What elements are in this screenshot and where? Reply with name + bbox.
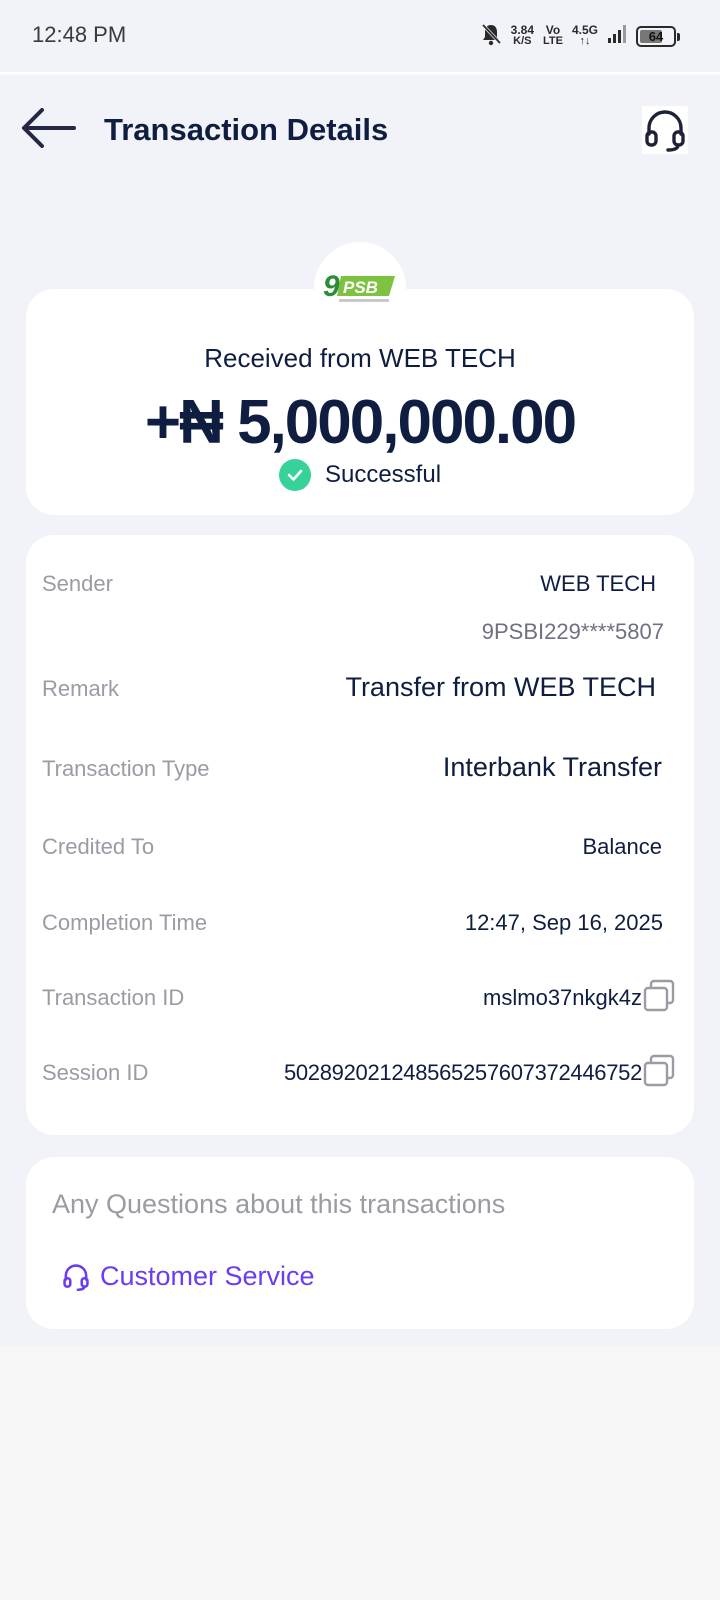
headset-icon [63, 1263, 89, 1291]
network-arrows: ↑↓ [579, 35, 591, 47]
check-icon [278, 459, 311, 491]
remark-value: Transfer from WEB TECH [345, 672, 656, 702]
help-question: Any Questions about this transactions [52, 1189, 506, 1219]
status-row: Successful [26, 459, 694, 491]
bank-logo: 9 PSB [314, 242, 406, 334]
sender-label: Sender [42, 571, 113, 596]
arrow-left-icon [22, 108, 76, 148]
bell-off-icon [480, 22, 502, 51]
customer-support-button[interactable] [642, 106, 688, 154]
transaction-id-label: Transaction ID [42, 985, 185, 1010]
battery-level: 64 [648, 28, 664, 44]
volte-indicator: Vo LTE [543, 24, 563, 47]
network-speed-unit: K/S [513, 35, 532, 47]
transaction-id-value: mslmo37nkgk4z [483, 985, 642, 1010]
copy-icon [643, 1054, 675, 1087]
transaction-type-value: Interbank Transfer [442, 752, 662, 782]
transaction-details-card: Sender WEB TECH 9PSBI229****5807 Remark … [26, 535, 694, 1135]
help-card: Any Questions about this transactions Cu… [26, 1157, 694, 1329]
status-icons: 3.84 K/S Vo LTE 4.5G ↑↓ 64 [480, 20, 680, 52]
status-badge: Successful [324, 461, 442, 488]
sender-name: WEB TECH [540, 571, 656, 596]
copy-session-id-button[interactable] [642, 1054, 676, 1088]
network-speed: 3.84 K/S [511, 24, 534, 47]
transaction-type-label: Transaction Type [42, 756, 210, 781]
copy-icon [643, 979, 675, 1012]
volte-bottom: LTE [543, 35, 563, 47]
bank-logo-number: 9 [323, 270, 340, 303]
transaction-details-page: Transaction Details 9 PSB Received from … [0, 76, 720, 1346]
battery-icon: 64 [636, 25, 680, 47]
customer-service-link[interactable]: Customer Service [62, 1261, 315, 1292]
network-type-indicator: 4.5G ↑↓ [572, 24, 598, 47]
status-time: 12:48 PM [32, 22, 127, 47]
back-button[interactable] [20, 106, 78, 150]
credited-to-label: Credited To [42, 834, 155, 859]
page-title: Transaction Details [104, 112, 389, 147]
completion-time-label: Completion Time [42, 910, 208, 935]
remark-label: Remark [42, 676, 120, 701]
transaction-amount: +₦ 5,000,000.00 [144, 388, 577, 457]
customer-service-label: Customer Service [100, 1261, 315, 1291]
bank-logo-letters: PSB [343, 278, 378, 297]
signal-icon [607, 24, 627, 49]
session-id-label: Session ID [42, 1060, 149, 1085]
completion-time-value: 12:47, Sep 16, 2025 [464, 910, 663, 935]
sender-account: 9PSBI229****5807 [481, 619, 664, 644]
headset-icon [645, 110, 685, 152]
received-from-text: Received from WEB TECH [204, 343, 516, 373]
credited-to-value: Balance [582, 834, 662, 859]
session-id-value: 502892021248565257607372446752 [283, 1060, 642, 1085]
status-bar: 12:48 PM 3.84 K/S Vo LTE 4.5G ↑↓ 64 [0, 0, 720, 74]
copy-transaction-id-button[interactable] [642, 979, 676, 1013]
